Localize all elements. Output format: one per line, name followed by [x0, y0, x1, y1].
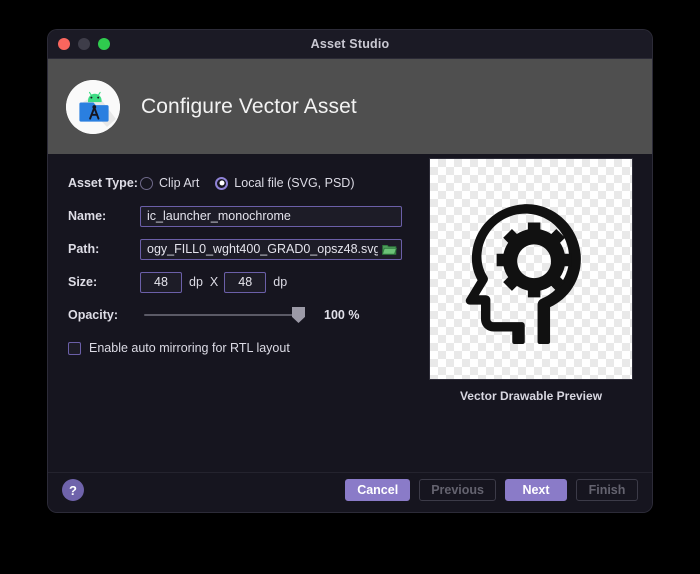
psychology-head-gear-icon	[465, 204, 581, 344]
footer-button-group: Cancel Previous Next Finish	[345, 479, 638, 501]
asset-type-row: Asset Type: Clip Art Local file (SVG, PS…	[68, 172, 448, 194]
folder-icon[interactable]	[382, 243, 397, 256]
size-width-value: 48	[154, 275, 168, 289]
opacity-slider-thumb[interactable]	[292, 307, 305, 323]
size-row: Size: 48 dp X 48 dp	[68, 271, 448, 293]
dialog-header: Configure Vector Asset	[48, 59, 652, 154]
android-studio-asset-icon	[66, 79, 120, 134]
preview-canvas	[429, 158, 633, 380]
checkbox-unchecked-icon[interactable]	[68, 341, 81, 355]
radio-unchecked-icon	[140, 176, 153, 190]
preview-panel: Vector Drawable Preview	[426, 158, 636, 403]
radio-local-file[interactable]: Local file (SVG, PSD)	[215, 176, 354, 190]
help-button[interactable]: ?	[62, 479, 84, 501]
size-height-value: 48	[238, 275, 253, 289]
preview-caption: Vector Drawable Preview	[459, 389, 603, 403]
size-separator: X	[209, 275, 219, 289]
opacity-row: Opacity: 100 %	[68, 304, 448, 326]
rtl-mirroring-label: Enable auto mirroring for RTL layout	[89, 341, 290, 355]
name-label: Name:	[68, 209, 107, 223]
previous-button[interactable]: Previous	[419, 479, 496, 501]
asset-type-label: Asset Type:	[68, 176, 138, 190]
window-title: Asset Studio	[310, 37, 390, 51]
asset-type-radio-group: Clip Art Local file (SVG, PSD)	[140, 176, 370, 190]
size-height-input[interactable]: 48	[224, 271, 267, 293]
rtl-mirroring-row[interactable]: Enable auto mirroring for RTL layout	[68, 337, 448, 359]
size-width-unit: dp	[189, 275, 203, 289]
size-label: Size:	[68, 275, 98, 289]
name-input-value: ic_launcher_monochrome	[147, 209, 291, 223]
page-title: Configure Vector Asset	[141, 94, 357, 118]
radio-clip-art[interactable]: Clip Art	[140, 176, 199, 190]
opacity-slider[interactable]	[144, 305, 305, 325]
name-input[interactable]: ic_launcher_monochrome	[140, 205, 402, 227]
window-titlebar: Asset Studio	[48, 30, 652, 59]
opacity-value: 100 %	[324, 308, 360, 322]
opacity-label: Opacity:	[68, 308, 119, 322]
dialog-footer: ? Cancel Previous Next Finish	[48, 472, 652, 512]
size-width-input[interactable]: 48	[140, 271, 182, 293]
radio-checked-icon	[215, 176, 229, 190]
cancel-button[interactable]: Cancel	[345, 479, 411, 501]
asset-studio-dialog: Asset Studio Configure Vector Asset Asse…	[48, 30, 652, 512]
size-height-unit: dp	[273, 275, 288, 289]
radio-clip-art-label: Clip Art	[159, 176, 200, 190]
finish-button[interactable]: Finish	[576, 479, 638, 501]
name-row: Name: ic_launcher_monochrome	[68, 205, 448, 227]
vector-asset-form: Asset Type: Clip Art Local file (SVG, PS…	[68, 172, 448, 370]
radio-local-file-label: Local file (SVG, PSD)	[234, 176, 355, 190]
path-input[interactable]: ogy_FILL0_wght400_GRAD0_opsz48.svg	[140, 238, 402, 260]
dialog-body: Asset Type: Clip Art Local file (SVG, PS…	[48, 154, 652, 472]
path-input-value: ogy_FILL0_wght400_GRAD0_opsz48.svg	[147, 242, 378, 256]
next-button[interactable]: Next	[505, 479, 567, 501]
path-label: Path:	[68, 242, 100, 256]
opacity-slider-track	[144, 314, 304, 316]
path-row: Path: ogy_FILL0_wght400_GRAD0_opsz48.svg	[68, 238, 448, 260]
